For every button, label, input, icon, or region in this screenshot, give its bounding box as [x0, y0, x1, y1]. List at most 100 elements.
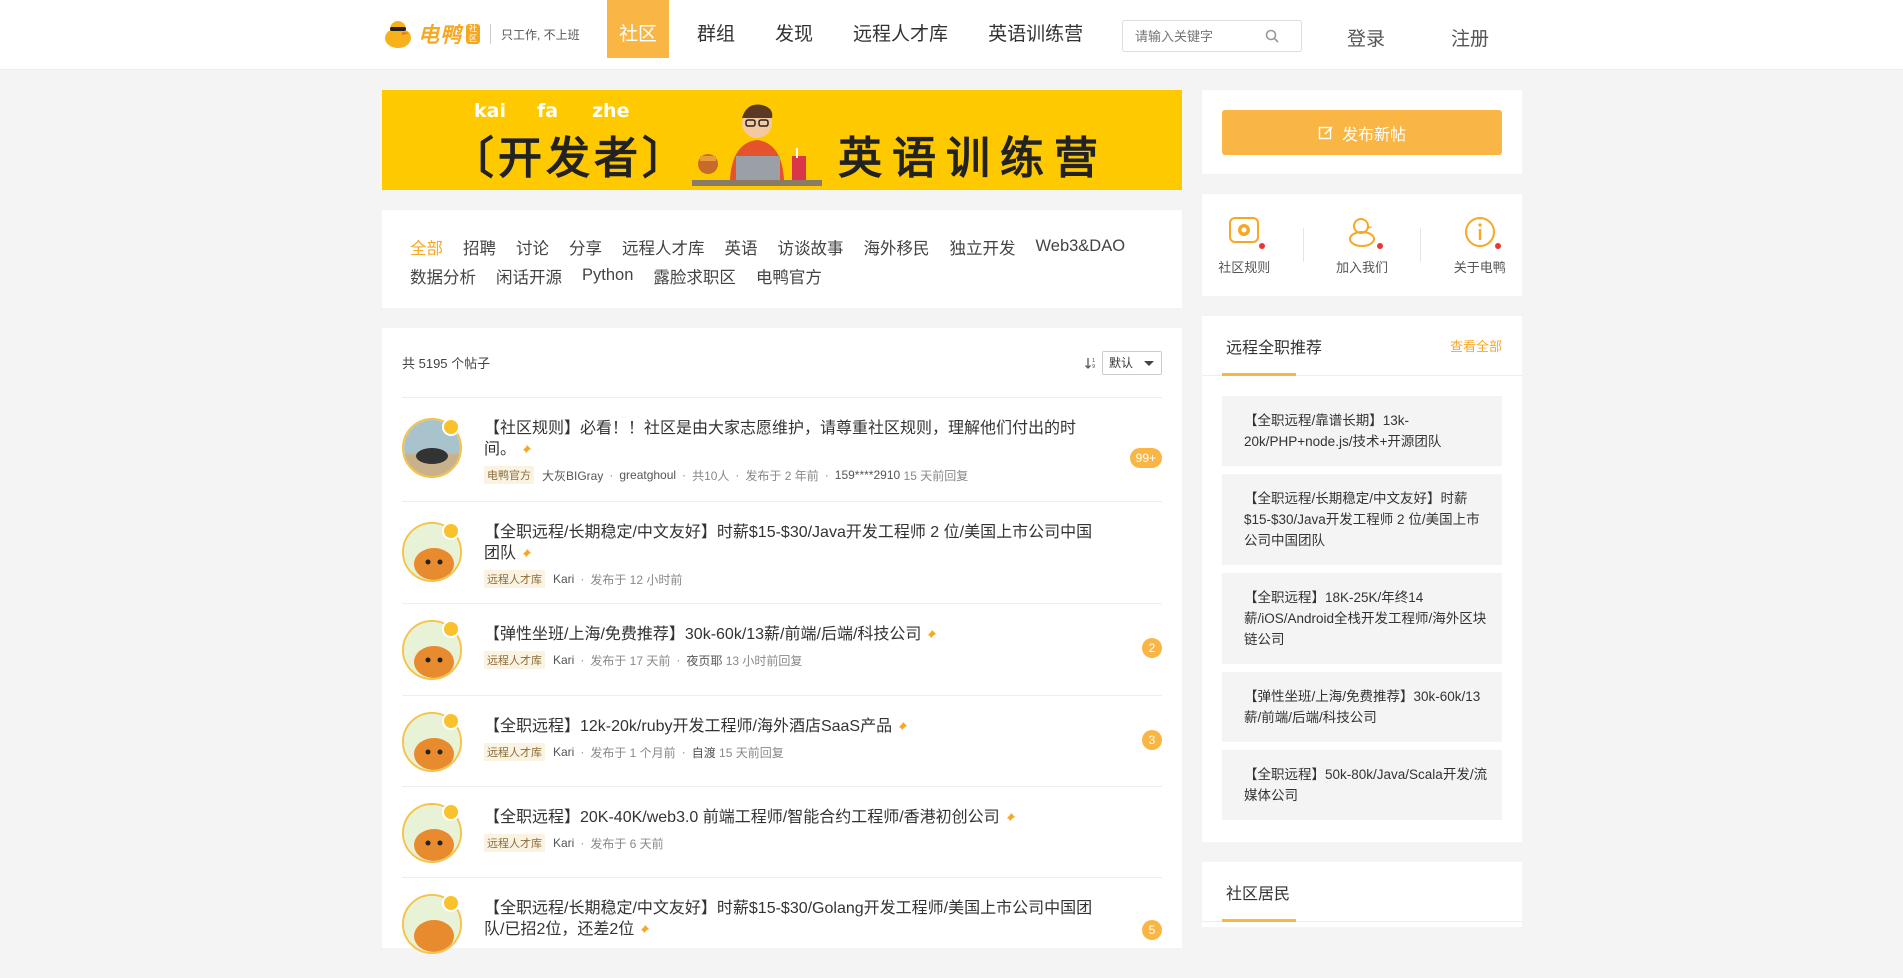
category-share[interactable]: 分享	[569, 235, 602, 259]
post-title[interactable]: 【弹性坐班/上海/免费推荐】30k-60k/13薪/前端/后端/科技公司	[484, 624, 1162, 645]
post-title[interactable]: 【全职远程】12k-20k/ruby开发工程师/海外酒店SaaS产品	[484, 716, 1162, 737]
post-author[interactable]: Kari	[553, 836, 574, 850]
category-python[interactable]: Python	[582, 266, 633, 285]
category-hiring[interactable]: 招聘	[463, 235, 496, 259]
post-item[interactable]: 【社区规则】必看！！社区是由大家志愿维护，请尊重社区规则，理解他们付出的时间。 …	[402, 398, 1162, 502]
category-filter: 全部 招聘 讨论 分享 远程人才库 英语 访谈故事 海外移民 独立开发 Web3…	[382, 210, 1182, 308]
post-tag[interactable]: 远程人才库	[484, 651, 545, 669]
banner-pinyin-1: kai	[474, 100, 506, 122]
category-english[interactable]: 英语	[725, 235, 758, 259]
post-meta: 远程人才库 Kari · 发布于 12 小时前	[484, 570, 1162, 588]
developer-illustration	[692, 104, 822, 186]
category-official[interactable]: 电鸭官方	[756, 264, 822, 288]
post-tag[interactable]: 电鸭官方	[484, 466, 534, 484]
quick-links-card: 社区规则 加入我们 关于电鸭	[1202, 194, 1522, 296]
job-item[interactable]: 【全职远程/长期稳定/中文友好】时薪$15-$30/Java开发工程师 2 位/…	[1222, 474, 1502, 565]
duck-logo-icon	[385, 21, 411, 48]
nav-discover[interactable]: 发现	[763, 0, 825, 58]
post-last-reply-time: 15 天前回复	[719, 745, 784, 760]
post-title[interactable]: 【全职远程/长期稳定/中文友好】时薪$15-$30/Java开发工程师 2 位/…	[484, 522, 1162, 564]
nav-english-camp[interactable]: 英语训练营	[976, 0, 1095, 58]
logo-divider	[490, 24, 491, 44]
post-item[interactable]: 【弹性坐班/上海/免费推荐】30k-60k/13薪/前端/后端/科技公司 远程人…	[402, 604, 1162, 696]
post-time: 发布于 12 小时前	[590, 572, 683, 587]
gear-icon	[1227, 215, 1266, 249]
category-talent-pool[interactable]: 远程人才库	[622, 235, 705, 259]
site-logo[interactable]: 电鸭 社区 只工作, 不上班	[382, 18, 580, 50]
post-author[interactable]: Kari	[553, 572, 574, 586]
post-tag[interactable]: 远程人才库	[484, 834, 545, 852]
job-item[interactable]: 【全职远程】50k-80k/Java/Scala开发/流媒体公司	[1222, 750, 1502, 820]
card-title: 远程全职推荐	[1226, 339, 1323, 357]
pin-icon	[898, 722, 908, 732]
post-last-reply-user[interactable]: 夜页耶	[686, 652, 722, 669]
post-title[interactable]: 【全职远程】20K-40K/web3.0 前端工程师/智能合约工程师/香港初创公…	[484, 807, 1162, 828]
job-item[interactable]: 【全职远程】18K-25K/年终14薪/iOS/Android全栈开发工程师/海…	[1222, 573, 1502, 664]
category-data-analysis[interactable]: 数据分析	[410, 264, 476, 288]
join-us-link[interactable]: 加入我们	[1336, 215, 1388, 276]
post-title[interactable]: 【全职远程/长期稳定/中文友好】时薪$15-$30/Golang开发工程师/美国…	[484, 898, 1162, 940]
pin-icon	[1005, 813, 1015, 823]
search-box	[1122, 20, 1302, 52]
post-title[interactable]: 【社区规则】必看！！社区是由大家志愿维护，请尊重社区规则，理解他们付出的时间。	[484, 418, 1162, 460]
category-open-source-chat[interactable]: 闲话开源	[496, 264, 562, 288]
post-item[interactable]: 【全职远程】20K-40K/web3.0 前端工程师/智能合约工程师/香港初创公…	[402, 787, 1162, 878]
quick-link-label: 社区规则	[1218, 259, 1271, 275]
banner-subtitle: 英语训练营	[838, 133, 1108, 184]
post-last-reply-time: 13 小时前回复	[725, 653, 803, 668]
post-item[interactable]: 【全职远程】12k-20k/ruby开发工程师/海外酒店SaaS产品 远程人才库…	[402, 696, 1162, 787]
community-rules-link[interactable]: 社区规则	[1218, 215, 1270, 276]
nav-community[interactable]: 社区	[607, 0, 670, 58]
english-camp-banner[interactable]: kai fa zhe 〔开发者〕 英语训练营	[382, 90, 1182, 190]
sort-icon[interactable]: 1 9	[1084, 356, 1098, 370]
tab-underline	[1222, 919, 1296, 922]
about-link[interactable]: 关于电鸭	[1454, 215, 1506, 276]
post-time: 发布于 1 个月前	[590, 745, 676, 760]
svg-text:9: 9	[1092, 364, 1095, 370]
post-tag[interactable]: 远程人才库	[484, 570, 545, 588]
banner-title: 〔开发者〕	[450, 133, 690, 184]
post-tag[interactable]: 远程人才库	[484, 743, 545, 761]
category-web3-dao[interactable]: Web3&DAO	[1036, 237, 1126, 256]
login-link[interactable]: 登录	[1347, 24, 1385, 51]
remote-jobs-card: 远程全职推荐 查看全部 【全职远程/靠谱长期】13k-20k/PHP+node.…	[1202, 316, 1522, 842]
post-last-reply-user[interactable]: 159****2910	[835, 468, 900, 482]
chevron-down-icon	[1144, 360, 1154, 366]
post-item[interactable]: 【全职远程/长期稳定/中文友好】时薪$15-$30/Golang开发工程师/美国…	[402, 878, 1162, 978]
post-author[interactable]: Kari	[553, 653, 574, 667]
sort-dropdown[interactable]: 默认	[1102, 350, 1162, 375]
register-link[interactable]: 注册	[1451, 24, 1489, 51]
sort-control: 1 9 默认	[1084, 350, 1162, 375]
search-icon[interactable]	[1265, 29, 1279, 43]
quick-link-label: 加入我们	[1335, 259, 1388, 275]
post-coauthor[interactable]: greatghoul	[619, 468, 676, 482]
pin-icon	[640, 925, 650, 935]
post-item[interactable]: 【全职远程/长期稳定/中文友好】时薪$15-$30/Java开发工程师 2 位/…	[402, 502, 1162, 604]
category-row-2: 数据分析 闲话开源 Python 露脸求职区 电鸭官方	[410, 261, 1154, 290]
category-indie-dev[interactable]: 独立开发	[950, 235, 1016, 259]
post-time: 发布于 6 天前	[590, 836, 664, 851]
level-badge-icon	[442, 803, 460, 821]
edit-icon	[1318, 125, 1333, 139]
job-item[interactable]: 【弹性坐班/上海/免费推荐】30k-60k/13薪/前端/后端/科技公司	[1222, 672, 1502, 742]
search-input[interactable]	[1135, 21, 1275, 51]
post-meta: 远程人才库 Kari · 发布于 17 天前 · 夜页耶 13 小时前回复	[484, 651, 1162, 669]
category-discussion[interactable]: 讨论	[516, 235, 549, 259]
nav-talent-pool[interactable]: 远程人才库	[841, 0, 960, 58]
publish-card: 发布新帖	[1202, 90, 1522, 174]
post-last-reply-user[interactable]: 自渡	[692, 744, 716, 761]
view-all-link[interactable]: 查看全部	[1450, 336, 1502, 355]
post-author[interactable]: 大灰BIGray	[542, 467, 603, 484]
category-all[interactable]: 全部	[410, 235, 443, 259]
logo-slogan: 只工作, 不上班	[501, 27, 580, 42]
banner-pinyin-3: zhe	[592, 100, 630, 122]
job-item[interactable]: 【全职远程/靠谱长期】13k-20k/PHP+node.js/技术+开源团队	[1222, 396, 1502, 466]
category-interviews[interactable]: 访谈故事	[778, 235, 844, 259]
post-meta: 远程人才库 Kari · 发布于 6 天前	[484, 834, 1162, 852]
publish-post-button[interactable]: 发布新帖	[1222, 110, 1502, 155]
post-author[interactable]: Kari	[553, 745, 574, 759]
post-count: 共 5195 个帖子	[402, 356, 491, 371]
category-immigration[interactable]: 海外移民	[864, 235, 930, 259]
category-job-seeking[interactable]: 露脸求职区	[653, 264, 736, 288]
nav-groups[interactable]: 群组	[685, 0, 747, 58]
